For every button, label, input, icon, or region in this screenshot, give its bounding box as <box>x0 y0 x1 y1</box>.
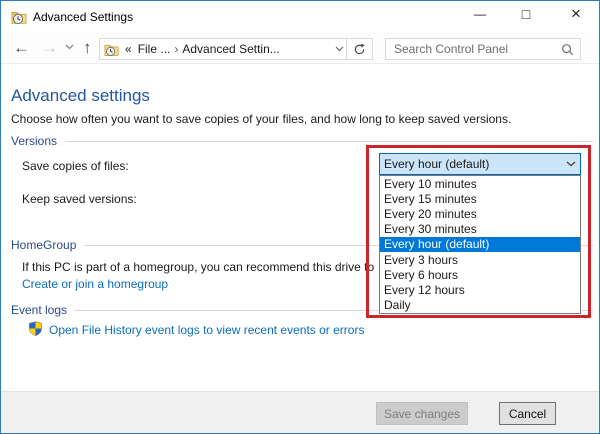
breadcrumb-current[interactable]: Advanced Settin... <box>179 42 282 56</box>
up-icon: ↑ <box>83 38 92 57</box>
dropdown-option[interactable]: Every 6 hours <box>380 267 580 282</box>
forward-icon: → <box>41 38 58 57</box>
back-icon: ← <box>13 38 30 57</box>
refresh-button[interactable] <box>347 38 373 60</box>
section-divider <box>65 141 593 142</box>
breadcrumb-root[interactable]: File ... <box>135 42 174 56</box>
address-bar[interactable]: « File ... › Advanced Settin... <box>99 38 347 60</box>
dropdown-option[interactable]: Every 3 hours <box>380 252 580 267</box>
close-button[interactable]: × <box>559 1 593 27</box>
save-frequency-selected-value: Every hour (default) <box>384 157 566 171</box>
dropdown-option-highlighted[interactable]: Every hour (default) <box>380 237 580 252</box>
search-icon[interactable] <box>561 43 574 56</box>
save-changes-button[interactable]: Save changes <box>376 402 468 425</box>
dropdown-option[interactable]: Daily <box>380 298 580 313</box>
save-copies-label: Save copies of files: <box>22 159 129 173</box>
dropdown-option[interactable]: Every 30 minutes <box>380 222 580 237</box>
footer-bar: Save changes Cancel <box>1 391 599 434</box>
minimize-button[interactable]: — <box>463 1 497 27</box>
page-title: Advanced settings <box>11 86 150 106</box>
event-logs-section-label: Event logs <box>11 303 67 317</box>
homegroup-description: If this PC is part of a homegroup, you c… <box>22 260 374 274</box>
select-chevron-down-icon <box>566 161 576 167</box>
search-box <box>385 38 581 60</box>
address-file-history-icon <box>104 42 119 57</box>
keep-saved-versions-label: Keep saved versions: <box>22 192 137 206</box>
close-icon: × <box>571 4 581 23</box>
dropdown-option[interactable]: Every 20 minutes <box>380 206 580 221</box>
refresh-icon <box>353 43 366 56</box>
dropdown-option[interactable]: Every 15 minutes <box>380 191 580 206</box>
save-frequency-option-list: Every 10 minutes Every 15 minutes Every … <box>379 175 581 314</box>
titlebar: Advanced Settings — □ × <box>1 1 599 33</box>
page-description: Choose how often you want to save copies… <box>11 112 511 126</box>
minimize-icon: — <box>474 7 486 21</box>
dropdown-option[interactable]: Every 10 minutes <box>380 176 580 191</box>
versions-section-header: Versions <box>11 134 593 148</box>
maximize-button[interactable]: □ <box>509 1 543 27</box>
cancel-button[interactable]: Cancel <box>499 402 556 425</box>
create-homegroup-link[interactable]: Create or join a homegroup <box>22 277 168 291</box>
homegroup-section-label: HomeGroup <box>11 238 76 252</box>
navigation-toolbar: ← → ↑ « File ... › Advanced Settin... <box>1 33 599 64</box>
back-button[interactable]: ← <box>13 39 30 56</box>
uac-shield-icon <box>28 321 43 336</box>
chevron-down-icon <box>65 44 74 50</box>
window-title: Advanced Settings <box>33 10 133 24</box>
search-input[interactable] <box>392 41 561 57</box>
advanced-settings-window: Advanced Settings — □ × ← → ↑ « File ...… <box>0 0 600 434</box>
save-frequency-select[interactable]: Every hour (default) <box>379 153 581 175</box>
breadcrumb-overflow[interactable]: « <box>122 42 135 56</box>
versions-section-label: Versions <box>11 134 57 148</box>
dropdown-option[interactable]: Every 12 hours <box>380 283 580 298</box>
forward-button[interactable]: → <box>41 39 58 56</box>
open-event-logs-link[interactable]: Open File History event logs to view rec… <box>49 323 364 337</box>
address-dropdown-chevron-icon[interactable] <box>335 46 344 52</box>
file-history-icon <box>11 9 27 25</box>
recent-pages-button[interactable] <box>65 44 74 50</box>
maximize-icon: □ <box>522 6 530 22</box>
up-button[interactable]: ↑ <box>83 39 92 56</box>
